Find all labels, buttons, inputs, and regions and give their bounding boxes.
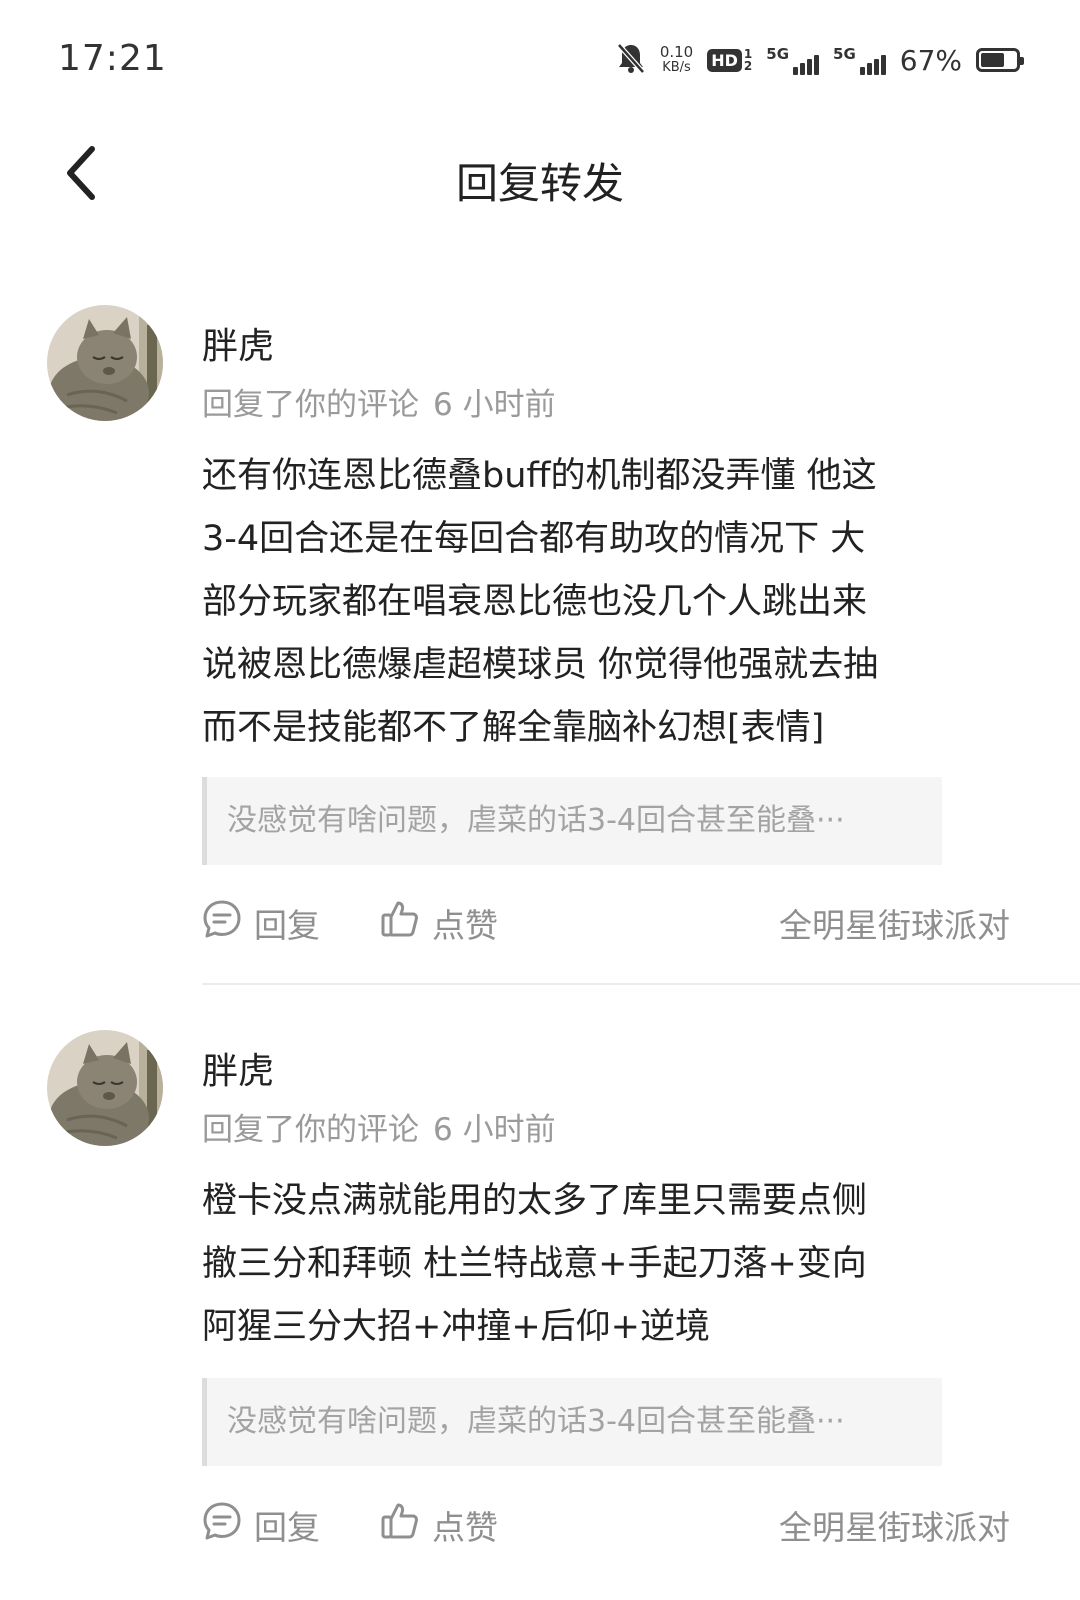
notification-item: 胖虎 回复了你的评论 6 小时前 还有你连恩比德叠buff的机制都没弄懂 他这 3… — [0, 305, 1080, 995]
net-speed-unit: KB/s — [662, 60, 691, 75]
comment-line: 阿猩三分大招+冲撞+后仰+逆境 — [202, 1307, 710, 1347]
net-speed-value: 0.10 — [659, 43, 694, 61]
comment-line: 3-4回合还是在每回合都有助攻的情况下 大 — [202, 519, 866, 559]
bell-muted-icon — [616, 42, 646, 78]
comment-line: 还有你连恩比德叠buff的机制都没弄懂 他这 — [202, 456, 877, 496]
status-time: 17:21 — [58, 38, 167, 79]
status-bar: 17:21 0.10 KB/s HD 1 2 5G 5G 67% — [0, 0, 1080, 120]
reply-button[interactable]: 回复 — [202, 899, 320, 947]
action-text: 回复了你的评论 — [202, 387, 419, 423]
action-bar: 回复 点赞 全明星街球派对 — [202, 1500, 1010, 1550]
quoted-comment[interactable]: 没感觉有啥问题，虐菜的话3-4回合甚至能叠··· — [202, 1378, 942, 1466]
source-link[interactable]: 全明星街球派对 — [779, 899, 1010, 947]
avatar[interactable] — [47, 305, 163, 421]
comment-text[interactable]: 橙卡没点满就能用的太多了库里只需要点侧 撤三分和拜顿 杜兰特战意+手起刀落+变向… — [202, 1170, 1002, 1359]
signal-icon: 5G — [833, 45, 886, 75]
battery-percent: 67% — [899, 43, 962, 77]
comment-bubble-icon — [202, 1501, 242, 1549]
comment-line: 说被恩比德爆虐超模球员 你觉得他强就去抽 — [202, 645, 879, 685]
thumbs-up-icon — [380, 899, 420, 947]
user-name[interactable]: 胖虎 — [202, 317, 274, 369]
like-label: 点赞 — [432, 906, 498, 945]
notification-meta: 回复了你的评论 6 小时前 — [202, 1104, 556, 1149]
comment-bubble-icon — [202, 899, 242, 947]
user-name[interactable]: 胖虎 — [202, 1042, 274, 1094]
source-link[interactable]: 全明星街球派对 — [779, 1501, 1010, 1549]
net-speed: 0.10 KB/s — [659, 43, 694, 76]
signal2-label: 5G — [833, 45, 856, 63]
reply-label: 回复 — [254, 1508, 320, 1547]
hd-badge: HD — [707, 48, 742, 72]
hd-sim-bottom: 2 — [743, 59, 753, 73]
status-icons: 0.10 KB/s HD 1 2 5G 5G 67% — [616, 38, 1024, 82]
reply-button[interactable]: 回复 — [202, 1501, 320, 1549]
reply-label: 回复 — [254, 906, 320, 945]
avatar[interactable] — [47, 1030, 163, 1146]
notification-meta: 回复了你的评论 6 小时前 — [202, 379, 556, 424]
signal-icon: 5G — [766, 45, 820, 75]
like-label: 点赞 — [432, 1508, 498, 1547]
action-bar: 回复 点赞 全明星街球派对 — [202, 898, 1010, 948]
comment-line: 橙卡没点满就能用的太多了库里只需要点侧 — [202, 1181, 868, 1221]
divider — [202, 983, 1080, 985]
battery-fill — [981, 53, 1004, 67]
quoted-comment[interactable]: 没感觉有啥问题，虐菜的话3-4回合甚至能叠··· — [202, 777, 942, 865]
header: 回复转发 — [0, 130, 1080, 220]
time-ago: 6 小时前 — [433, 1112, 556, 1148]
thumbs-up-icon — [380, 1501, 420, 1549]
notification-item: 胖虎 回复了你的评论 6 小时前 橙卡没点满就能用的太多了库里只需要点侧 撤三分和… — [0, 1030, 1080, 1600]
like-button[interactable]: 点赞 — [380, 899, 498, 947]
like-button[interactable]: 点赞 — [380, 1501, 498, 1549]
hd-icon: HD 1 2 — [707, 48, 752, 72]
comment-text[interactable]: 还有你连恩比德叠buff的机制都没弄懂 他这 3-4回合还是在每回合都有助攻的情… — [202, 445, 1002, 760]
comment-line: 而不是技能都不了解全靠脑补幻想[表情] — [202, 708, 825, 748]
signal1-label: 5G — [766, 45, 790, 63]
comment-line: 部分玩家都在唱衰恩比德也没几个人跳出来 — [202, 582, 868, 622]
time-ago: 6 小时前 — [433, 387, 556, 423]
page-title: 回复转发 — [455, 159, 624, 208]
comment-line: 撤三分和拜顿 杜兰特战意+手起刀落+变向 — [202, 1244, 867, 1284]
battery-icon — [976, 48, 1024, 72]
action-text: 回复了你的评论 — [202, 1112, 419, 1148]
